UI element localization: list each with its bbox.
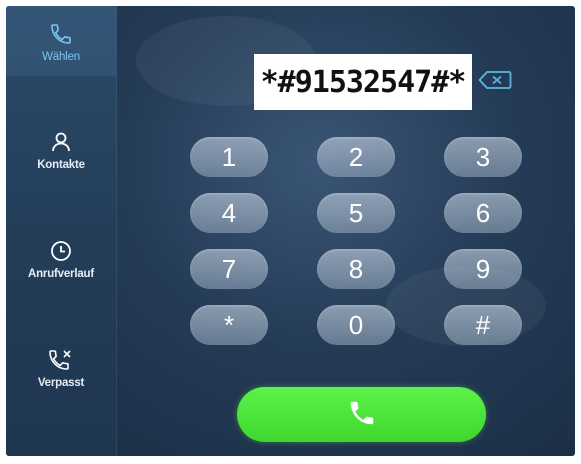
backspace-icon[interactable] xyxy=(478,70,512,90)
sidebar: Wählen Kontakte Anrufverlauf Verpasst xyxy=(6,6,117,456)
key-hash[interactable]: # xyxy=(444,305,522,345)
key-0[interactable]: 0 xyxy=(317,305,395,345)
call-button[interactable] xyxy=(237,387,486,442)
phone-dialer-screen: Wählen Kontakte Anrufverlauf Verpasst *#… xyxy=(6,6,575,456)
key-9[interactable]: 9 xyxy=(444,249,522,289)
sidebar-item-label: Kontakte xyxy=(37,159,85,171)
key-1[interactable]: 1 xyxy=(190,137,268,177)
sidebar-item-label: Wählen xyxy=(42,51,80,63)
phone-icon xyxy=(347,398,377,432)
person-icon xyxy=(46,127,76,157)
sidebar-item-contacts[interactable]: Kontakte xyxy=(6,114,116,184)
sidebar-item-label: Verpasst xyxy=(37,377,85,389)
key-3[interactable]: 3 xyxy=(444,137,522,177)
key-2[interactable]: 2 xyxy=(317,137,395,177)
sidebar-item-label: Anrufverlauf xyxy=(28,268,94,280)
sidebar-item-missed[interactable]: Verpasst xyxy=(6,332,116,402)
key-star[interactable]: * xyxy=(190,305,268,345)
clock-icon xyxy=(46,236,76,266)
sidebar-item-dial[interactable]: Wählen xyxy=(6,6,116,76)
sidebar-item-call-history[interactable]: Anrufverlauf xyxy=(6,223,116,293)
dialed-number-display: *#91532547#* xyxy=(254,54,472,110)
key-6[interactable]: 6 xyxy=(444,193,522,233)
key-8[interactable]: 8 xyxy=(317,249,395,289)
missed-call-icon xyxy=(46,345,76,375)
key-4[interactable]: 4 xyxy=(190,193,268,233)
phone-icon xyxy=(46,19,76,49)
key-7[interactable]: 7 xyxy=(190,249,268,289)
key-5[interactable]: 5 xyxy=(317,193,395,233)
